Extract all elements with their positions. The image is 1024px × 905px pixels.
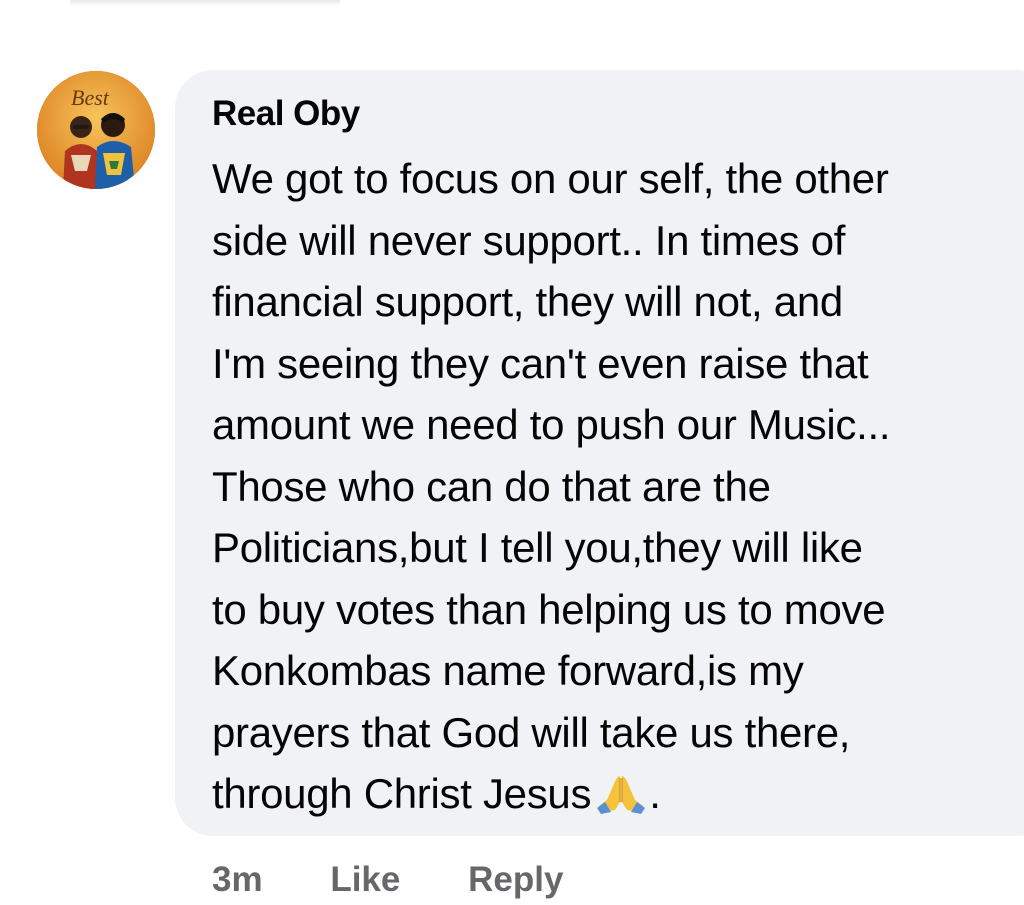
avatar[interactable]: Best — [37, 71, 155, 189]
comment-line-text: through Christ Jesus — [212, 770, 592, 817]
comment-line: amount we need to push our Music... — [212, 401, 891, 448]
like-button[interactable]: Like — [330, 860, 400, 900]
comment-author-name[interactable]: Real Oby — [212, 94, 360, 134]
comment-last-line: through Christ Jesus . — [212, 763, 1012, 825]
comment-timestamp[interactable]: 3m — [212, 860, 263, 900]
comment-line: side will never support.. In times of — [212, 216, 846, 264]
comment-body: We got to focus on our self, the other s… — [212, 148, 1012, 825]
avatar-label: Best — [71, 85, 110, 110]
comment-line: Konkombas name forward,is my — [212, 647, 804, 694]
cropped-header-remnant — [70, 0, 340, 6]
comment-line: I'm seeing they can't even raise that — [212, 339, 869, 387]
avatar-image: Best — [37, 71, 155, 189]
comment-line: financial support, they will not, and — [212, 278, 843, 325]
comment-screen: Best Real Oby We got to focus on our sel… — [0, 0, 1024, 905]
comment-end-punctuation: . — [649, 770, 661, 817]
comment-line: Politicians,but I tell you,they will lik… — [212, 524, 863, 571]
comment-line: to buy votes than helping us to move — [212, 585, 886, 633]
folded-hands-icon — [597, 776, 646, 814]
reply-button[interactable]: Reply — [468, 860, 563, 900]
comment-line: Those who can do that are the — [212, 462, 771, 510]
comment-line: prayers that God will take us there, — [212, 708, 851, 756]
comment-actions: 3m Like Reply — [212, 860, 563, 900]
comment-line: We got to focus on our self, the other — [212, 155, 889, 202]
